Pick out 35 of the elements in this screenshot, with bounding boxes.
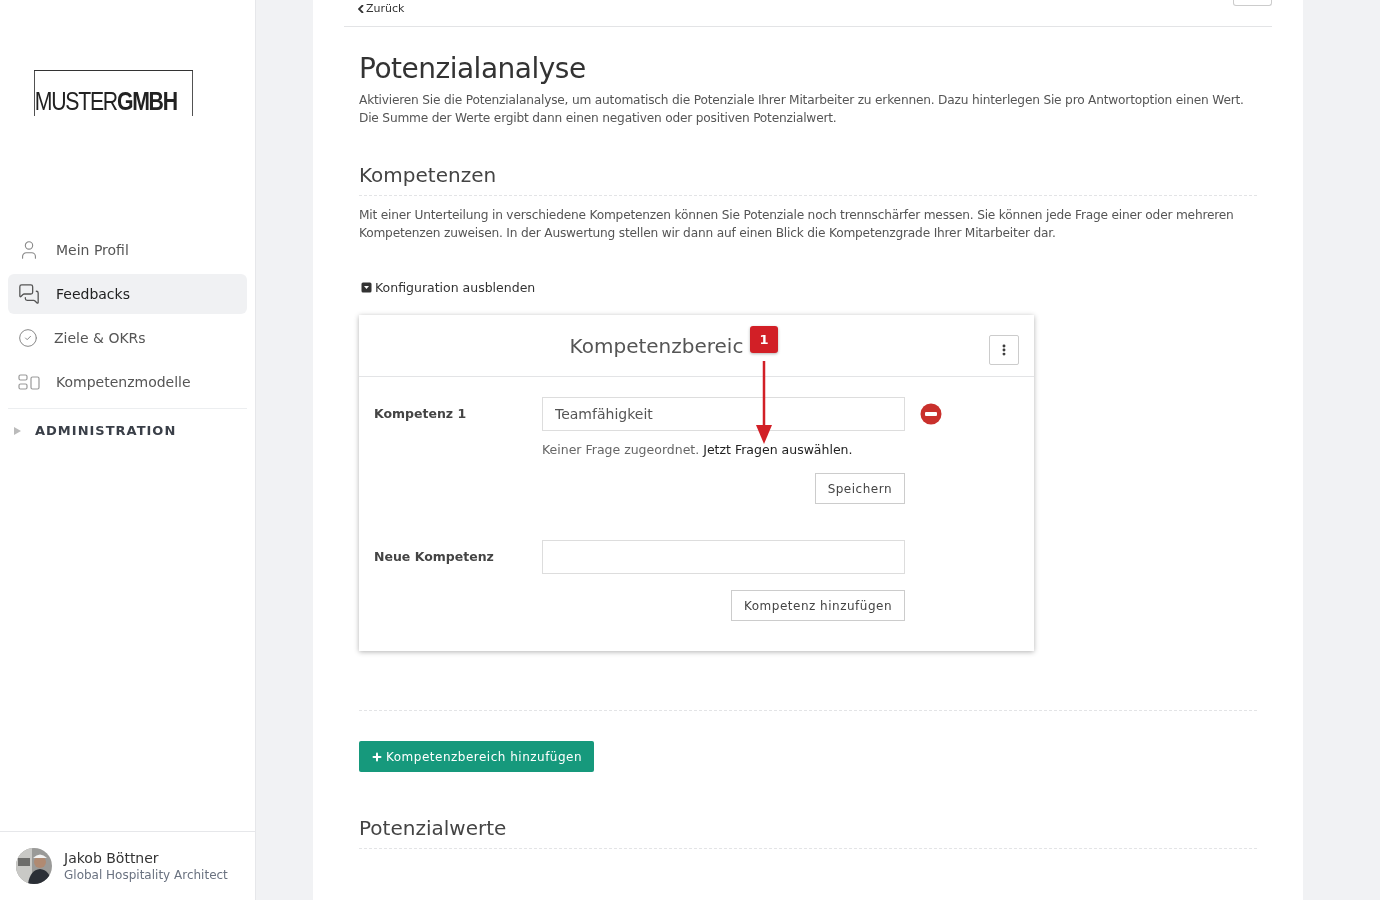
page-title: Potenzialanalyse [359,52,587,85]
toggle-icon [361,282,372,293]
check-circle-icon [18,328,38,348]
select-questions-link[interactable]: Jetzt Fragen auswählen. [703,442,853,457]
nav-item[interactable]: Ziele & OKRs [8,318,247,358]
plus-icon [371,750,383,763]
chat-icon [18,283,40,305]
section-title: Kompetenzen [359,163,1257,196]
card-title: Kompetenzbereic [569,333,744,358]
chevron-left-icon [358,4,364,13]
nav-item[interactable]: Feedbacks [8,274,247,314]
section-title: Potenzialwerte [359,816,1257,849]
hint-text: Keiner Frage zugeordnet. Jetzt Fragen auswählen. [542,442,854,457]
annotation-badge: 1 [750,326,778,353]
back-link[interactable]: Zurück [358,2,405,15]
user-role: Global Hospitality Architect [64,868,228,882]
add-competence-button[interactable]: Kompetenz hinzufügen [731,590,905,621]
nav-item[interactable]: Mein Profil [8,230,247,270]
intro-text: Aktivieren Sie die Potenzialanalyse, um automatisch die Potenziale Ihrer Mitarbeiter zu erkennen. Dazu hinterlegen Sie pro Antwortoption einen Wert. Die Summe der Werte ergibt dann einen negativen oder positiven Potenzialwert. [359,92,1245,127]
user-name: Jakob Böttner [64,850,160,866]
field-label: Kompetenz 1 [374,405,468,421]
save-button[interactable]: Speichern [814,473,905,504]
nav-item[interactable]: Kompetenzmodelle [8,362,247,402]
more-button[interactable] [989,335,1019,365]
top-button[interactable] [1233,0,1272,6]
caret-icon [14,426,21,435]
admin-section[interactable]: ADMINISTRATION [0,409,255,452]
remove-icon[interactable] [920,403,942,425]
competence-input[interactable]: Teamfähigkeit [542,397,905,431]
field-label: Neue Kompetenz [374,548,495,564]
blocks-icon [18,374,40,390]
section-text: Mit einer Unterteilung in verschiedene Kompetenzen können Sie Potenziale noch trennschärfer messen. Sie können jede Frage einer oder mehreren Kompetenzen zuweisen. In der Auswertung stellen wir dann auf einen Blick die Kompetenzgrade Ihrer Mitarbeiter dar. [359,207,1235,242]
add-area-button[interactable]: Kompetenzbereich hinzufügen [359,741,595,772]
new-competence-input[interactable] [542,540,905,574]
config-toggle[interactable]: Konfiguration ausblenden [361,280,536,295]
